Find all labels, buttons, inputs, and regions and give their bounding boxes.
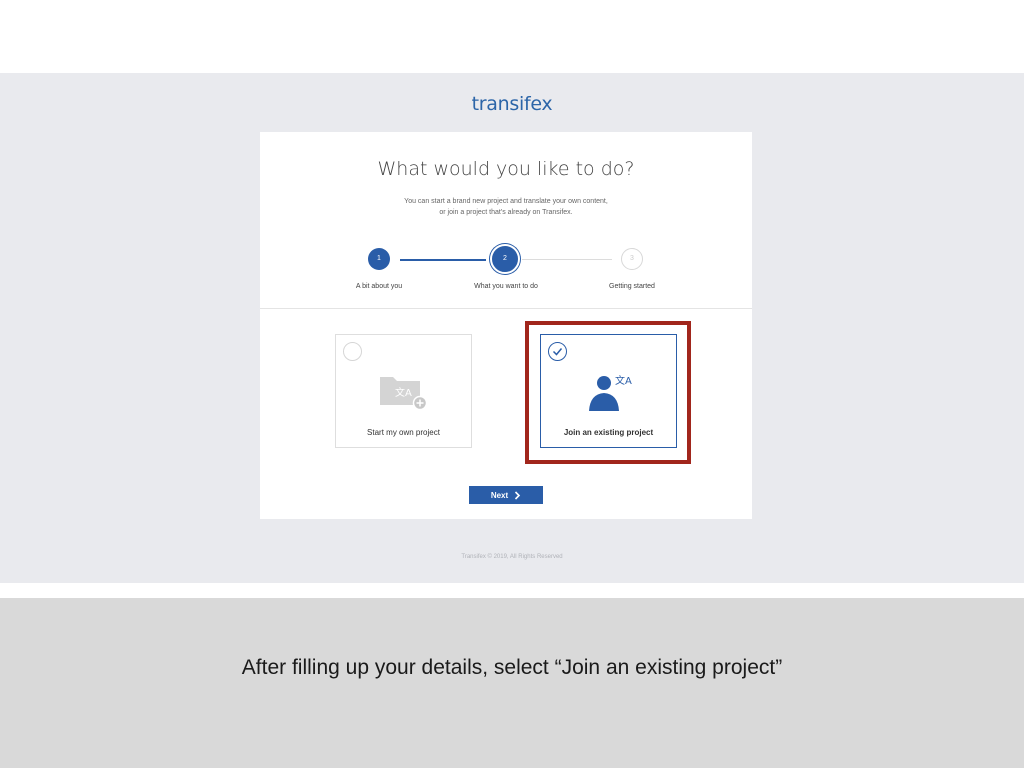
step-3-number: 3 <box>630 255 634 262</box>
subtitle-line-2: or join a project that's already on Tran… <box>439 209 573 216</box>
chevron-right-icon <box>515 490 521 500</box>
step-3-label: Getting started <box>609 283 655 290</box>
step-2-circle: 2 <box>490 244 520 274</box>
option-label: Start my own project <box>367 428 440 437</box>
subtitle-line-1: You can start a brand new project and tr… <box>404 198 608 205</box>
logo: transifex <box>471 93 553 115</box>
step-2-number: 2 <box>503 255 507 262</box>
caption-bar: After filling up your details, select “J… <box>0 598 1024 768</box>
option-radio-unselected[interactable] <box>343 342 362 361</box>
highlight-annotation-box <box>525 321 691 464</box>
svg-text:文A: 文A <box>395 386 412 399</box>
step-3-circle: 3 <box>621 248 643 270</box>
instruction-caption: After filling up your details, select “J… <box>241 656 783 679</box>
step-2-label: What you want to do <box>474 283 538 290</box>
page-subtitle: You can start a brand new project and tr… <box>260 196 752 218</box>
page-title: What would you like to do? <box>377 158 635 180</box>
stepper-line-2 <box>522 259 612 260</box>
folder-translate-add-icon: 文A <box>379 371 429 418</box>
stepper-line-1 <box>400 259 486 261</box>
step-1-number: 1 <box>377 255 381 262</box>
page-stage: transifex What would you like to do? You… <box>0 73 1024 583</box>
step-1-label: A bit about you <box>355 283 403 290</box>
footer-copyright: Transifex © 2019, All Rights Reserved <box>461 554 563 560</box>
start-own-project-option[interactable]: 文A Start my own project <box>335 334 472 448</box>
card-divider <box>260 308 752 309</box>
step-1-circle: 1 <box>368 248 390 270</box>
next-button-label: Next <box>490 490 509 500</box>
next-button[interactable]: Next <box>469 486 543 504</box>
